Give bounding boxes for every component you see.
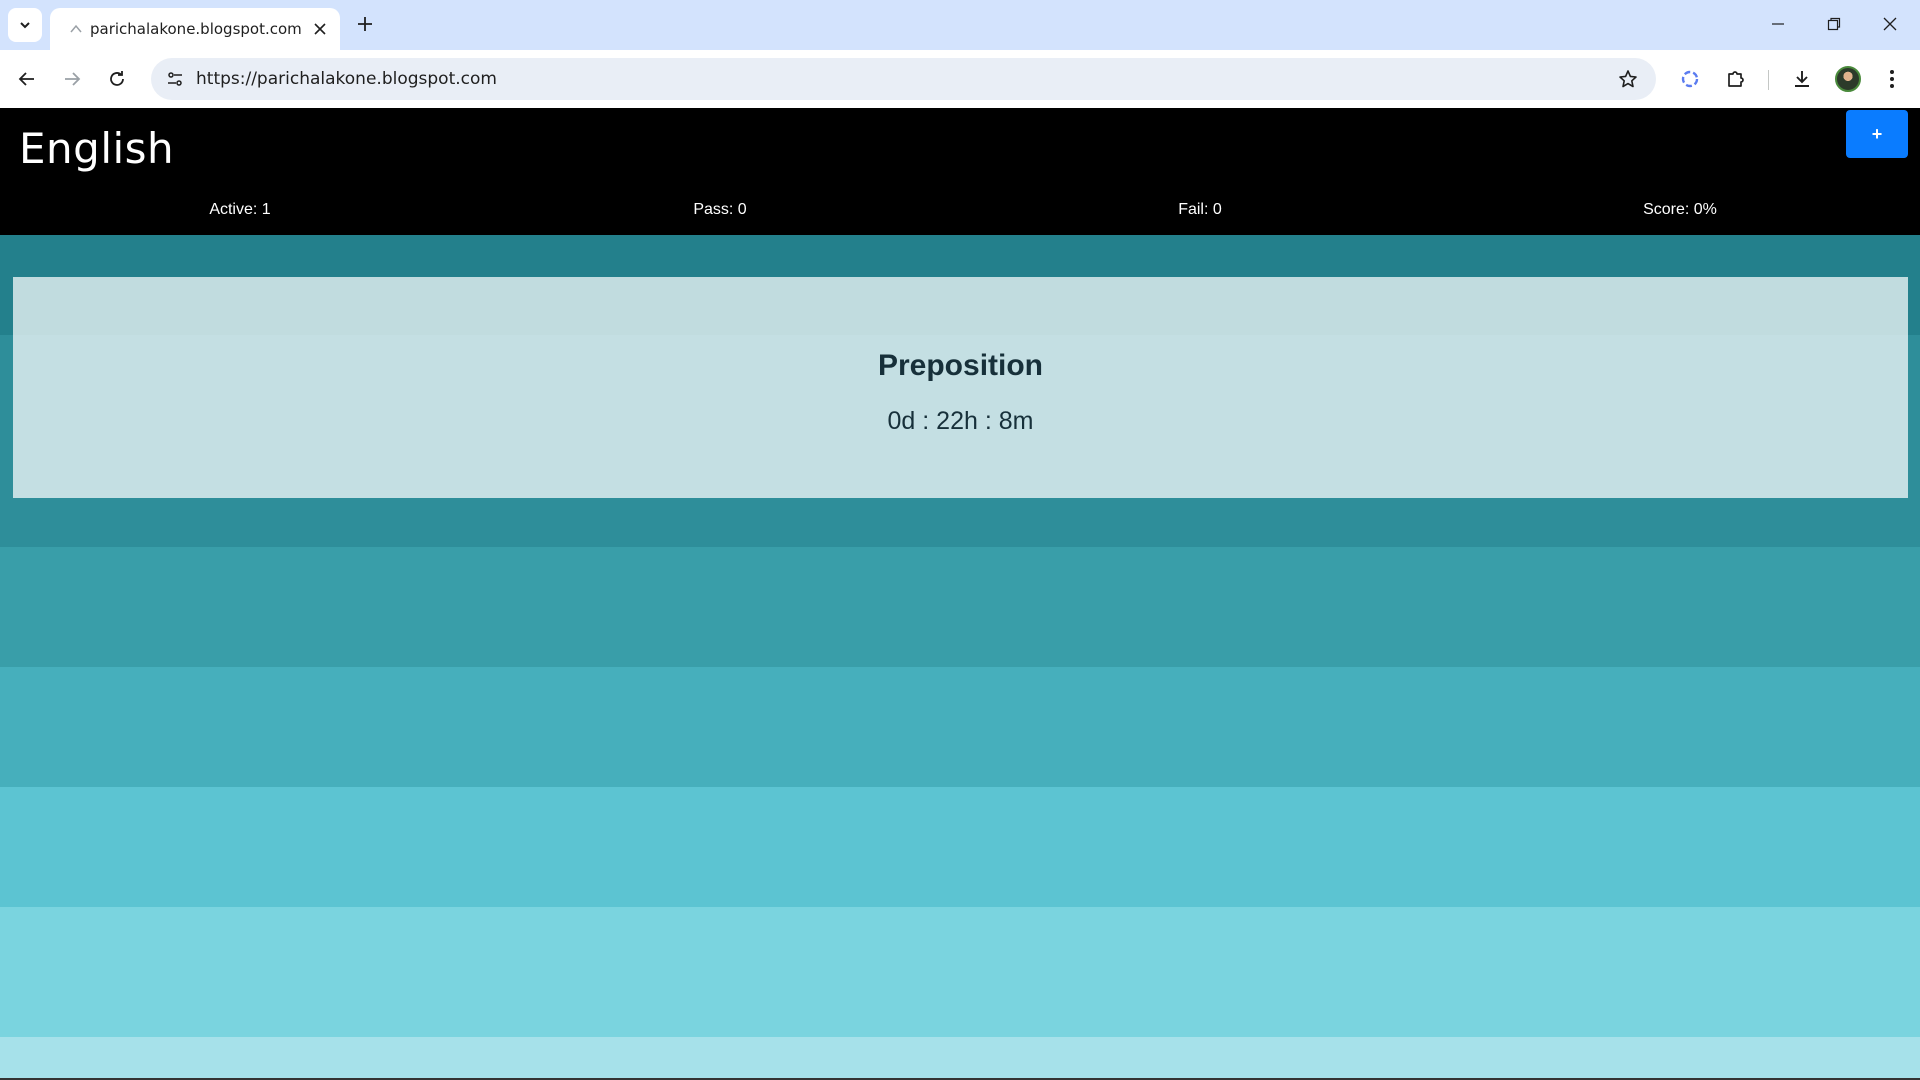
background-band	[0, 907, 1920, 1037]
stat-pass: Pass: 0	[693, 201, 747, 218]
minimize-button[interactable]	[1750, 0, 1806, 48]
close-icon	[314, 23, 326, 35]
site-info-button[interactable]	[159, 63, 191, 95]
restore-button[interactable]	[1806, 0, 1862, 48]
plus-icon	[358, 17, 372, 31]
page-title: English	[19, 124, 175, 173]
ai-assistant-button[interactable]	[1672, 61, 1708, 97]
minimize-icon	[1772, 23, 1784, 25]
browser-tab-strip: parichalakone.blogspot.com	[0, 0, 1920, 50]
page-content: English + Active: 1 Pass: 0 Fail: 0 Scor…	[0, 108, 1920, 1080]
stat-fail: Fail: 0	[1178, 201, 1222, 218]
reload-button[interactable]	[99, 61, 135, 97]
browser-tab[interactable]: parichalakone.blogspot.com	[50, 8, 340, 50]
downloads-button[interactable]	[1784, 61, 1820, 97]
background-band	[0, 1037, 1920, 1080]
tab-list-button[interactable]	[8, 8, 42, 42]
ai-icon	[1681, 70, 1699, 88]
add-button[interactable]: +	[1846, 110, 1908, 158]
background-band	[0, 547, 1920, 667]
address-bar[interactable]: https://parichalakone.blogspot.com	[151, 58, 1656, 100]
browser-toolbar: https://parichalakone.blogspot.com	[0, 50, 1920, 108]
profile-avatar[interactable]	[1835, 66, 1861, 92]
restore-icon	[1827, 17, 1841, 31]
countdown-timer: 0d : 22h : 8m	[887, 407, 1034, 435]
download-icon	[1795, 71, 1809, 87]
tab-close-button[interactable]	[310, 19, 330, 39]
back-icon	[18, 72, 34, 86]
stats-bar: Active: 1 Pass: 0 Fail: 0 Score: 0%	[0, 201, 1920, 225]
background-band	[0, 787, 1920, 907]
forward-button[interactable]	[54, 61, 90, 97]
chevron-down-icon	[20, 22, 30, 29]
url-text[interactable]: https://parichalakone.blogspot.com	[196, 69, 497, 89]
extensions-button[interactable]	[1718, 61, 1754, 97]
menu-button[interactable]	[1874, 61, 1910, 97]
reload-icon	[110, 71, 124, 86]
new-tab-button[interactable]	[351, 10, 379, 38]
bookmark-button[interactable]	[1612, 63, 1644, 95]
stat-active: Active: 1	[209, 201, 271, 218]
forward-icon	[65, 72, 81, 86]
star-icon	[1619, 70, 1637, 88]
app-header: English + Active: 1 Pass: 0 Fail: 0 Scor…	[0, 108, 1920, 235]
window-close-button[interactable]	[1862, 0, 1918, 48]
tab-title: parichalakone.blogspot.com	[90, 20, 302, 38]
more-icon	[1890, 70, 1894, 88]
topic-card[interactable]: Preposition 0d : 22h : 8m	[13, 277, 1908, 498]
card-title: Preposition	[877, 349, 1043, 382]
stat-score: Score: 0%	[1643, 201, 1717, 218]
toolbar-divider	[1768, 70, 1769, 90]
window-close-icon	[1883, 17, 1897, 31]
back-button[interactable]	[9, 61, 45, 97]
extensions-icon	[1728, 71, 1744, 87]
favicon-icon	[70, 24, 82, 33]
site-info-icon	[168, 72, 182, 86]
background-band	[0, 667, 1920, 787]
